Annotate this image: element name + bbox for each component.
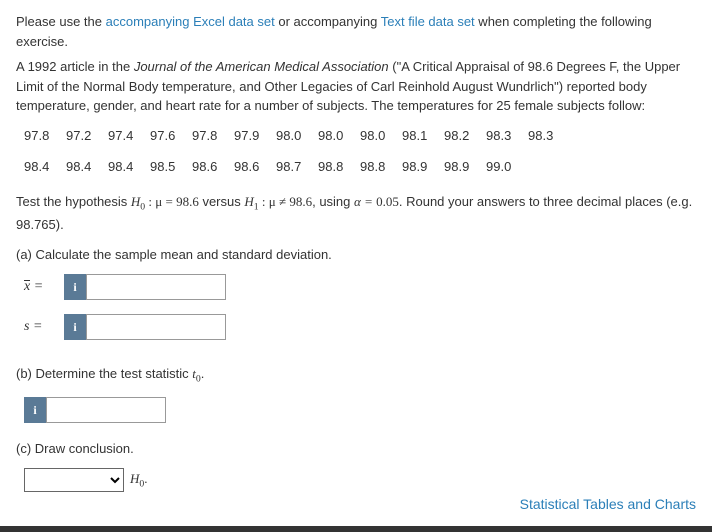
s-eq: = xyxy=(29,319,42,334)
article-paragraph: A 1992 article in the Journal of the Ame… xyxy=(16,57,696,116)
intro-t2: or accompanying xyxy=(275,14,381,29)
hyp-alpha-val: 0.05 xyxy=(376,194,399,209)
data-cell: 97.8 xyxy=(192,128,234,143)
article-t1: A 1992 article in the xyxy=(16,59,134,74)
link-stat-tables[interactable]: Statistical Tables and Charts xyxy=(520,496,696,512)
data-row-2: 98.4 98.4 98.4 98.5 98.6 98.6 98.7 98.8 … xyxy=(24,159,696,174)
xbar-eq: = xyxy=(30,279,43,294)
t0-row: i xyxy=(24,397,696,423)
conclusion-h0-h: H xyxy=(130,471,139,486)
data-cell: 97.4 xyxy=(108,128,150,143)
journal-name: Journal of the American Medical Associat… xyxy=(134,59,389,74)
hyp-val0: 98.6 xyxy=(176,194,199,209)
conclusion-row: H0. xyxy=(24,468,696,492)
xbar-symbol: x xyxy=(24,279,30,295)
hyp-h0: H xyxy=(131,194,140,209)
bottom-bar xyxy=(0,526,712,532)
t0-input[interactable] xyxy=(46,397,166,423)
data-cell: 98.4 xyxy=(66,159,108,174)
data-cell: 97.8 xyxy=(24,128,66,143)
data-cell: 98.8 xyxy=(318,159,360,174)
data-cell: 98.0 xyxy=(276,128,318,143)
data-cell: 98.4 xyxy=(24,159,66,174)
data-cell: 97.6 xyxy=(150,128,192,143)
data-cell: 98.3 xyxy=(528,128,570,143)
data-cell: 98.7 xyxy=(276,159,318,174)
hyp-mu-ne: : μ ≠ xyxy=(259,194,290,209)
hypothesis-statement: Test the hypothesis H0 : μ = 98.6 versus… xyxy=(16,192,696,236)
s-row: s = i xyxy=(24,314,696,340)
s-input[interactable] xyxy=(86,314,226,340)
data-cell: 98.6 xyxy=(192,159,234,174)
data-cell: 98.0 xyxy=(360,128,402,143)
hyp-using: , using xyxy=(312,194,354,209)
data-cell: 98.9 xyxy=(444,159,486,174)
part-a-label: (a) Calculate the sample mean and standa… xyxy=(16,247,696,262)
data-cell: 97.2 xyxy=(66,128,108,143)
xbar-label: x = xyxy=(24,279,64,295)
info-icon[interactable]: i xyxy=(64,314,86,340)
info-icon[interactable]: i xyxy=(24,397,46,423)
conclusion-h0: H0. xyxy=(130,471,148,490)
part-c-label: (c) Draw conclusion. xyxy=(16,441,696,456)
conclusion-select[interactable] xyxy=(24,468,124,492)
data-cell: 98.4 xyxy=(108,159,150,174)
data-cell: 98.2 xyxy=(444,128,486,143)
link-text-data[interactable]: Text file data set xyxy=(381,14,475,29)
data-cell: 98.3 xyxy=(486,128,528,143)
data-table: 97.8 97.2 97.4 97.6 97.8 97.9 98.0 98.0 … xyxy=(24,128,696,174)
part-b-dot: . xyxy=(201,366,205,381)
part-b-text: (b) Determine the test statistic xyxy=(16,366,192,381)
hyp-h1: H xyxy=(244,194,253,209)
data-cell: 98.6 xyxy=(234,159,276,174)
xbar-row: x = i xyxy=(24,274,696,300)
hyp-versus: versus xyxy=(199,194,245,209)
xbar-input[interactable] xyxy=(86,274,226,300)
hyp-pre: Test the hypothesis xyxy=(16,194,131,209)
data-cell: 98.0 xyxy=(318,128,360,143)
conclusion-h0-dot: . xyxy=(144,471,147,486)
data-cell: 98.5 xyxy=(150,159,192,174)
s-label: s = xyxy=(24,319,64,335)
intro-text: Please use the accompanying Excel data s… xyxy=(16,12,696,51)
data-cell: 98.9 xyxy=(402,159,444,174)
data-cell: 97.9 xyxy=(234,128,276,143)
info-icon[interactable]: i xyxy=(64,274,86,300)
link-excel-data[interactable]: accompanying Excel data set xyxy=(106,14,275,29)
hyp-mu-eq: : μ = xyxy=(145,194,176,209)
data-cell: 98.1 xyxy=(402,128,444,143)
data-cell: 99.0 xyxy=(486,159,528,174)
data-row-1: 97.8 97.2 97.4 97.6 97.8 97.9 98.0 98.0 … xyxy=(24,128,696,143)
data-cell: 98.8 xyxy=(360,159,402,174)
hyp-val1: 98.6 xyxy=(289,194,312,209)
part-b-label: (b) Determine the test statistic t0. xyxy=(16,366,696,385)
intro-t1: Please use the xyxy=(16,14,106,29)
hyp-alpha: α = xyxy=(354,194,376,209)
